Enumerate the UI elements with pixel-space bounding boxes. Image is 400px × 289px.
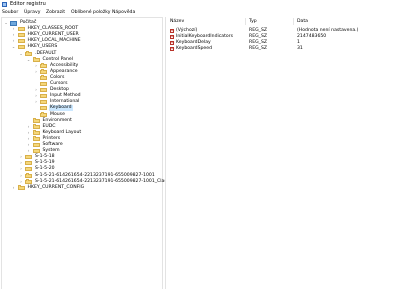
no-expander [33,81,39,87]
tree-node-label: S-1-5-20 [35,166,55,172]
folder-icon [40,81,47,86]
tree-node-label: Accessibility [50,62,79,68]
expand-chevron-icon[interactable]: › [18,173,24,179]
registry-tree[interactable]: ⌄ Počítač › HKEY_CLASSES_ROOT › HKEY_CURRENT_… [1,17,174,289]
values-list[interactable]: Název Typ Data (Výchozí) REG_SZ (Hodnota… [165,17,400,289]
value-name: KeyboardSpeed [176,46,212,51]
window-title: Editor registru [10,1,46,7]
folder-icon [25,154,32,160]
no-expander [26,118,32,124]
folder-icon [25,160,32,166]
folder-icon [17,44,25,50]
expand-chevron-icon[interactable]: › [11,32,17,38]
folder-icon [32,57,40,62]
title-bar: Editor registru [0,0,400,9]
column-header-data[interactable]: Data [297,19,308,25]
tree-node-label: Keyboard Layout [42,129,82,135]
string-value-icon [170,41,174,45]
expand-chevron-icon[interactable]: › [18,160,24,166]
expand-chevron-icon[interactable]: › [18,166,24,172]
string-value-icon [170,47,174,51]
menu-bar: Soubor Úpravy Zobrazit Oblíbené položky … [0,9,400,17]
tree-node-label: Appearance [50,68,78,74]
tree-node-label: Keyboard [49,105,73,112]
folder-icon [40,93,47,99]
folder-icon [25,179,32,184]
expand-chevron-icon[interactable]: › [33,99,39,105]
folder-icon [25,173,32,178]
expand-chevron-icon[interactable]: › [11,185,17,191]
tree-node-label: Environment [42,117,72,123]
value-type: REG_SZ [249,46,268,51]
folder-icon [32,142,40,147]
folder-icon [17,26,25,32]
no-expander [33,112,39,118]
folder-icon [32,130,40,135]
menu-favorites[interactable]: Oblíbené položky [71,10,110,16]
folder-icon [32,148,40,154]
tree-node-label: Mouse [50,111,65,117]
value-row[interactable]: KeyboardSpeed REG_SZ 31 [170,46,400,52]
computer-icon [10,20,17,26]
folder-icon [40,63,47,68]
tree-node-label: Control Panel [42,56,73,62]
column-header-name[interactable]: Název [170,19,184,25]
folder-icon [32,124,40,129]
tree-node-label: HKEY_CURRENT_CONFIG [27,184,85,190]
tree-node-label: S-1-5-21-614261654-2213237191-655009827-… [35,172,155,178]
folder-icon [40,112,47,117]
tree-node-label: Colors [50,74,65,80]
folder-icon [40,99,47,105]
collapse-chevron-icon[interactable]: ⌄ [18,51,24,57]
expand-chevron-icon[interactable]: › [18,154,24,160]
expand-chevron-icon[interactable]: › [18,179,24,185]
column-separator[interactable] [245,18,246,25]
folder-icon [25,51,32,56]
string-value-icon [170,35,174,39]
menu-file[interactable]: Soubor [2,10,18,16]
tree-node-label: .DEFAULT [35,50,57,56]
expand-chevron-icon[interactable]: › [26,124,32,130]
folder-icon [25,166,32,172]
folder-icon [40,75,47,80]
tree-node-label: HKEY_USERS [27,44,58,50]
column-separator[interactable] [293,18,294,25]
expand-chevron-icon[interactable]: › [11,38,17,44]
expand-chevron-icon[interactable]: › [33,93,39,99]
folder-icon [40,105,47,111]
folder-icon [40,87,47,93]
folder-icon [17,32,25,38]
folder-icon [32,136,40,141]
collapse-chevron-icon[interactable]: ⌄ [11,44,17,50]
value-data: 31 [297,46,303,51]
expand-chevron-icon[interactable]: › [26,148,32,154]
no-expander [33,75,39,81]
tree-node-label: EUDC [42,123,56,129]
expand-chevron-icon[interactable]: › [26,136,32,142]
string-value-icon [170,29,174,33]
folder-icon [32,118,40,123]
menu-help[interactable]: Nápověda [112,10,135,16]
menu-edit[interactable]: Úpravy [24,10,40,16]
expand-chevron-icon[interactable]: › [26,130,32,136]
collapse-chevron-icon[interactable]: ⌄ [3,20,9,26]
folder-icon [17,38,25,44]
folder-icon [40,69,47,74]
menu-view[interactable]: Zobrazit [46,10,65,16]
registry-editor-icon [2,2,7,7]
column-header-type[interactable]: Typ [249,19,257,25]
expand-chevron-icon[interactable]: › [11,26,17,32]
tree-node-label: S-1-5-21-614261654-2213237191-655009827-… [35,178,175,184]
expand-chevron-icon[interactable]: › [33,63,39,69]
collapse-chevron-icon[interactable]: ⌄ [26,57,32,63]
no-expander [33,105,39,111]
tree-node-label: Printers [42,135,61,141]
expand-chevron-icon[interactable]: › [33,69,39,75]
expand-chevron-icon[interactable]: › [33,87,39,93]
folder-icon [17,185,25,190]
expand-chevron-icon[interactable]: › [26,142,32,148]
